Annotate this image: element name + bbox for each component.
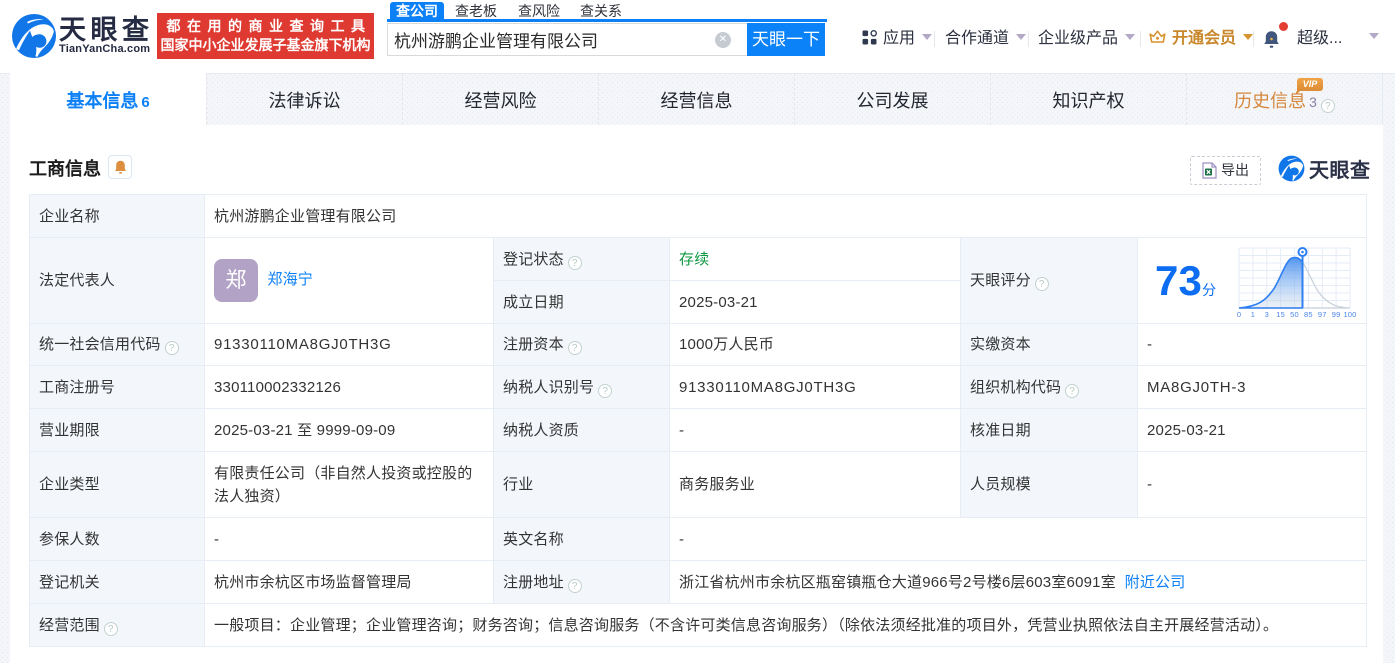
svg-text:100: 100 <box>1343 310 1356 319</box>
svg-text:85: 85 <box>1304 310 1313 319</box>
svg-text:15: 15 <box>1276 310 1285 319</box>
svg-text:50: 50 <box>1290 310 1299 319</box>
svg-text:97: 97 <box>1318 310 1327 319</box>
svg-text:0: 0 <box>1237 310 1241 319</box>
svg-text:99: 99 <box>1332 310 1341 319</box>
svg-text:1: 1 <box>1251 310 1255 319</box>
svg-text:3: 3 <box>1265 310 1269 319</box>
